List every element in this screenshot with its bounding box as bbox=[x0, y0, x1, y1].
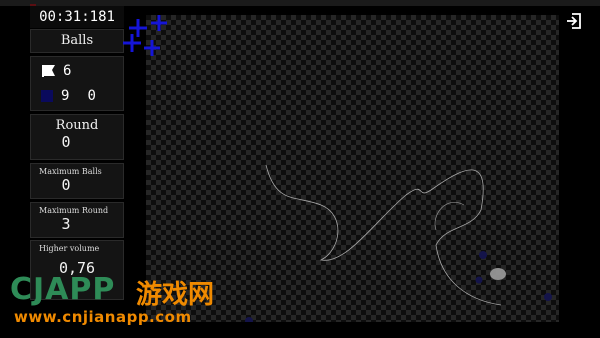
exit-icon[interactable] bbox=[565, 12, 583, 30]
max-round-value: 3 bbox=[61, 215, 71, 233]
max-round-title: Maximum Round bbox=[39, 206, 109, 215]
white-count: 6 bbox=[63, 63, 72, 79]
dark-ball bbox=[245, 317, 253, 322]
game-timer: 00:31:181 bbox=[30, 6, 124, 28]
dark-team-square bbox=[41, 90, 53, 102]
max-balls-panel: Maximum Balls 0 bbox=[30, 163, 124, 199]
volume-value: 0,76 bbox=[58, 259, 96, 277]
balls-title: Balls bbox=[60, 33, 94, 48]
dark-ball bbox=[479, 251, 487, 259]
dark-ball bbox=[475, 276, 483, 284]
white-count-row: 6 bbox=[41, 63, 71, 79]
ball-counts-panel: 6 9 0 bbox=[30, 56, 124, 111]
ball-trail bbox=[265, 164, 502, 306]
round-panel: Round 0 bbox=[30, 114, 124, 160]
max-balls-title: Maximum Balls bbox=[39, 167, 102, 176]
balls-title-panel: Balls bbox=[30, 29, 124, 53]
dark-count-row: 9 0 bbox=[41, 88, 96, 104]
flag-icon bbox=[42, 65, 55, 77]
dark-ball bbox=[544, 293, 552, 301]
board-overlay bbox=[245, 164, 552, 322]
max-round-panel: Maximum Round 3 bbox=[30, 202, 124, 238]
ball-trail-2 bbox=[434, 202, 465, 231]
max-balls-value: 0 bbox=[61, 176, 71, 194]
white-ball bbox=[490, 268, 506, 280]
dark-count: 9 bbox=[61, 88, 70, 104]
volume-title: Higher volume bbox=[39, 244, 100, 253]
plus-icon bbox=[123, 15, 167, 56]
round-value: 0 bbox=[61, 133, 71, 151]
round-title: Round bbox=[55, 118, 99, 133]
volume-panel[interactable]: Higher volume 0,76 bbox=[30, 240, 124, 300]
dark-extra-count: 0 bbox=[87, 88, 96, 104]
